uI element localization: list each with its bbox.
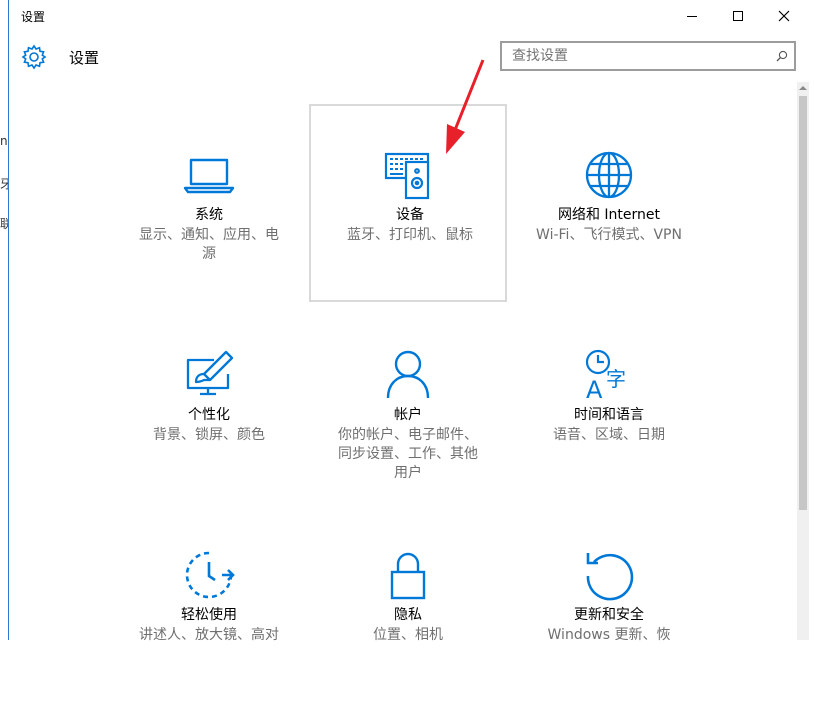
page-title: 设置 — [69, 49, 100, 67]
time-language-icon: A 字 — [585, 349, 626, 402]
tile-privacy[interactable]: 隐私 位置、相机 — [309, 504, 507, 702]
tile-title: 隐私 — [394, 607, 422, 623]
scroll-thumb[interactable] — [799, 96, 807, 510]
tile-description: 显示、通知、应用、电源 — [139, 227, 279, 262]
minimize-icon — [687, 16, 697, 17]
tile-title: 更新和安全 — [574, 607, 644, 623]
search-box[interactable] — [500, 41, 796, 71]
personalization-icon — [186, 350, 234, 396]
minimize-button[interactable] — [669, 0, 715, 32]
chevron-up-icon — [799, 86, 807, 90]
laptop-icon — [183, 158, 235, 194]
vertical-scrollbar[interactable] — [797, 82, 809, 640]
refresh-icon — [586, 553, 634, 601]
tile-title: 个性化 — [188, 407, 230, 423]
tile-system[interactable]: 系统 显示、通知、应用、电源 — [110, 104, 308, 302]
tile-description: Windows 更新、恢 — [547, 627, 671, 643]
tile-description: 语音、区域、日期 — [553, 427, 665, 443]
person-icon — [386, 350, 430, 399]
ease-of-access-icon — [185, 551, 235, 599]
tile-description: 蓝牙、打印机、鼠标 — [347, 227, 473, 243]
tile-description: 背景、锁屏、颜色 — [153, 427, 265, 443]
tile-update-security[interactable]: 更新和安全 Windows 更新、恢 — [510, 504, 708, 702]
background-text: n — [0, 134, 8, 148]
gear-icon — [21, 44, 47, 70]
background-window-fragment: n 牙 联 — [0, 0, 8, 640]
svg-text:A: A — [586, 376, 603, 402]
tile-title: 网络和 Internet — [557, 207, 661, 223]
tile-ease-of-access[interactable]: 轻松使用 讲述人、放大镜、高对 — [110, 504, 308, 702]
tile-title: 时间和语言 — [574, 407, 644, 423]
maximize-icon — [733, 11, 743, 21]
background-text: 联 — [0, 217, 8, 231]
tile-title: 轻松使用 — [181, 607, 237, 623]
devices-icon — [384, 152, 430, 200]
search-input[interactable] — [512, 48, 762, 64]
settings-window: 设置 设置 查找设置 系统 显示、通知、应用、电源 设备 蓝牙、打印机、鼠标 网… — [8, 0, 815, 643]
tile-description: Wi-Fi、飞行模式、VPN — [536, 227, 682, 243]
tile-description: 讲述人、放大镜、高对 — [139, 627, 279, 643]
tile-title: 帐户 — [394, 407, 422, 423]
window-title: 设置 — [21, 10, 46, 24]
annotation-arrow — [446, 59, 485, 154]
maximize-button[interactable] — [715, 0, 761, 32]
tile-accounts[interactable]: 帐户 你的帐户、电子邮件、同步设置、工作、其他用户 — [309, 304, 507, 502]
lock-icon — [390, 552, 426, 600]
svg-text:字: 字 — [606, 367, 626, 391]
tile-network[interactable]: 网络和 Internet Wi-Fi、飞行模式、VPN — [510, 104, 708, 302]
title-bar[interactable]: 设置 — [9, 0, 815, 32]
close-icon — [778, 10, 790, 22]
tile-time-language[interactable]: A 字 时间和语言 语音、区域、日期 — [510, 304, 708, 502]
tile-description: 你的帐户、电子邮件、同步设置、工作、其他用户 — [338, 427, 478, 481]
close-button[interactable] — [761, 0, 807, 32]
background-text: 牙 — [0, 177, 8, 191]
tile-title: 设备 — [396, 207, 424, 223]
tile-title: 系统 — [195, 207, 223, 223]
tile-description: 位置、相机 — [373, 627, 443, 643]
tile-personalization[interactable]: 个性化 背景、锁屏、颜色 — [110, 304, 308, 502]
search-icon[interactable] — [776, 50, 788, 62]
scroll-up-button[interactable] — [797, 82, 809, 94]
globe-icon — [585, 151, 633, 199]
